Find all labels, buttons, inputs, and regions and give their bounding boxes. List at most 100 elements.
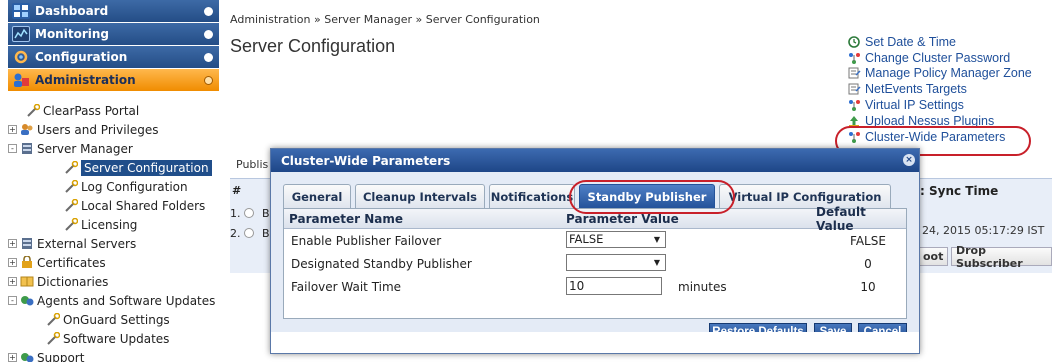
nav-configuration[interactable]: Configuration (8, 46, 219, 69)
wrench-icon (64, 160, 79, 174)
tree-item-dictionaries[interactable]: + Dictionaries (8, 272, 219, 291)
dialog-header: Cluster-Wide Parameters × (271, 149, 919, 172)
server-icon (20, 142, 34, 155)
tree-item-local-shared-folders[interactable]: Local Shared Folders (8, 196, 219, 215)
wrench-icon (64, 217, 79, 231)
sync-time-header: : Sync Time (920, 184, 999, 198)
monitoring-icon (12, 26, 30, 42)
sync-time-value: 24, 2015 05:17:29 IST (922, 224, 1045, 237)
clock-icon (848, 36, 861, 48)
tree-item-certificates[interactable]: + Certificates (8, 253, 219, 272)
publisher-caption: Publis (236, 158, 269, 171)
default-value: FALSE (850, 234, 886, 248)
tab-highlight-annotation (569, 180, 735, 214)
server-icon (20, 237, 34, 250)
tree-item-log-configuration[interactable]: Log Configuration (8, 177, 219, 196)
table-row: Failover Wait Time 10 minutes 10 (284, 275, 906, 298)
tree-item-server-configuration[interactable]: Server Configuration (8, 158, 219, 177)
select-value: FALSE (569, 232, 604, 246)
cluster-icon (848, 99, 861, 112)
tree-item-software-updates[interactable]: Software Updates (8, 329, 219, 348)
breadcrumb: Administration » Server Manager » Server… (230, 13, 540, 26)
parameters-table: Parameter Name Parameter Value Default V… (283, 205, 907, 319)
agents-icon (20, 351, 34, 362)
wrench-icon (64, 179, 79, 193)
table-row-number: 1. (230, 207, 241, 220)
table-row-letter: B (262, 227, 270, 240)
expand-icon[interactable]: + (8, 277, 17, 286)
expand-icon[interactable]: + (8, 353, 17, 362)
failover-wait-time-input[interactable]: 10 (566, 277, 662, 295)
certificate-icon (20, 255, 34, 269)
book-icon (20, 275, 34, 288)
netevents-targets-link[interactable]: NetEvents Targets (848, 81, 1032, 97)
expand-icon[interactable]: + (8, 239, 17, 248)
table-row: Designated Standby Publisher ▼ 0 (284, 252, 906, 275)
nav-monitoring[interactable]: Monitoring (8, 23, 219, 46)
manage-policy-manager-zone-link[interactable]: Manage Policy Manager Zone (848, 66, 1032, 82)
tree-item-users-and-privileges[interactable]: + Users and Privileges (8, 120, 219, 139)
drop-subscriber-button[interactable]: Drop Subscriber (951, 244, 1052, 270)
configuration-icon (12, 49, 30, 65)
tree-item-clearpass-portal[interactable]: ClearPass Portal (8, 101, 219, 120)
enable-publisher-failover-select[interactable]: FALSE ▼ (566, 231, 666, 248)
nav-label: Configuration (35, 50, 128, 64)
nav-label: Administration (35, 73, 136, 87)
default-value: 0 (864, 257, 872, 271)
row-radio[interactable] (244, 208, 254, 218)
close-icon[interactable]: × (903, 154, 915, 166)
admin-tree: ClearPass Portal + Users and Privileges … (8, 92, 219, 362)
tree-item-licensing[interactable]: Licensing (8, 215, 219, 234)
expand-icon[interactable]: + (8, 125, 17, 134)
tab-notifications[interactable]: Notifications (489, 184, 575, 208)
administration-icon (12, 72, 30, 88)
nav-administration[interactable]: Administration (8, 69, 219, 92)
dashboard-icon (12, 3, 30, 19)
document-icon (848, 67, 861, 79)
reboot-button[interactable]: oot (918, 247, 949, 266)
dialog-title: Cluster-Wide Parameters (281, 153, 451, 168)
wrench-icon (26, 103, 41, 117)
nav-dashboard[interactable]: Dashboard (8, 0, 219, 23)
parameter-name: Failover Wait Time (291, 280, 402, 294)
expand-dot-icon (204, 30, 213, 39)
tree-item-agents-and-software-updates[interactable]: - Agents and Software Updates (8, 291, 219, 310)
collapse-icon[interactable]: - (8, 144, 17, 153)
tree-item-onguard-settings[interactable]: OnGuard Settings (8, 310, 219, 329)
set-date-time-link[interactable]: Set Date & Time (848, 34, 1032, 50)
tree-item-server-manager[interactable]: - Server Manager (8, 139, 219, 158)
change-cluster-password-link[interactable]: Change Cluster Password (848, 50, 1032, 66)
wrench-icon (46, 331, 61, 345)
table-row-number: 2. (230, 227, 241, 240)
virtual-ip-settings-link[interactable]: Virtual IP Settings (848, 97, 1032, 113)
cluster-wide-parameters-dialog: Cluster-Wide Parameters × General Cleanu… (270, 148, 920, 354)
users-icon (20, 123, 34, 136)
cluster-icon (848, 52, 861, 64)
dropdown-arrow-icon: ▼ (653, 258, 660, 267)
agents-icon (20, 294, 34, 307)
tree-item-support[interactable]: + Support (8, 348, 219, 362)
tab-general[interactable]: General (283, 184, 351, 208)
collapse-icon[interactable]: - (8, 296, 17, 305)
dropdown-arrow-icon: ▼ (653, 235, 660, 244)
collapse-dot-icon (204, 76, 213, 85)
selected-tree-label: Server Configuration (81, 159, 212, 176)
unit-label: minutes (678, 280, 727, 294)
column-header-name: Parameter Name (289, 211, 403, 226)
wrench-icon (64, 198, 79, 212)
document-icon (848, 83, 861, 95)
sidebar: Dashboard Monitoring Configuration Admin… (8, 0, 219, 362)
nav-label: Dashboard (35, 4, 109, 18)
nav-label: Monitoring (35, 27, 109, 41)
expand-icon[interactable]: + (8, 258, 17, 267)
parameter-name: Enable Publisher Failover (291, 234, 442, 248)
row-radio[interactable] (244, 228, 254, 238)
expand-dot-icon (204, 53, 213, 62)
table-row: Enable Publisher Failover FALSE ▼ FALSE (284, 229, 906, 252)
designated-standby-publisher-select[interactable]: ▼ (566, 254, 666, 271)
tab-cleanup-intervals[interactable]: Cleanup Intervals (355, 184, 485, 208)
dialog-footer (271, 332, 919, 353)
tree-item-external-servers[interactable]: + External Servers (8, 234, 219, 253)
table-row-letter: B (262, 207, 270, 220)
page-title: Server Configuration (230, 36, 396, 56)
